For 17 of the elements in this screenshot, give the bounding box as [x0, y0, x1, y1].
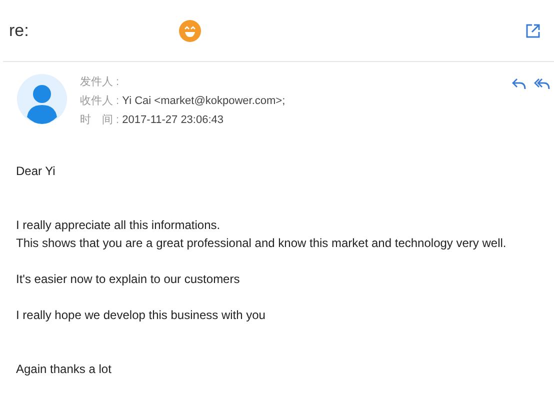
message-line: Again thanks a lot	[16, 361, 112, 378]
field-value: 2017-11-27 23:06:43	[121, 114, 224, 126]
field-value: Yi Cai <market@kokpower.com>;	[121, 95, 286, 107]
message-line: This shows that you are a great professional and know this market and technology very well.	[16, 235, 508, 252]
message-line: I really appreciate all this informations.	[16, 217, 222, 234]
message-line: Dear Yi	[16, 163, 56, 180]
open-external-icon[interactable]	[526, 24, 540, 38]
message-line: It's easier now to explain to our customers	[16, 271, 241, 288]
field-label: 时 间 :	[80, 114, 120, 126]
reply-icon[interactable]	[512, 78, 526, 90]
field-label: 收件人 :	[80, 95, 120, 107]
email-subject: re:	[9, 20, 29, 40]
smiley-icon	[178, 20, 201, 42]
message-line: I really hope we develop this business with you	[16, 307, 266, 324]
reply-all-icon[interactable]	[534, 78, 550, 90]
field-label: 发件人 :	[80, 76, 120, 88]
avatar-icon	[17, 74, 67, 124]
